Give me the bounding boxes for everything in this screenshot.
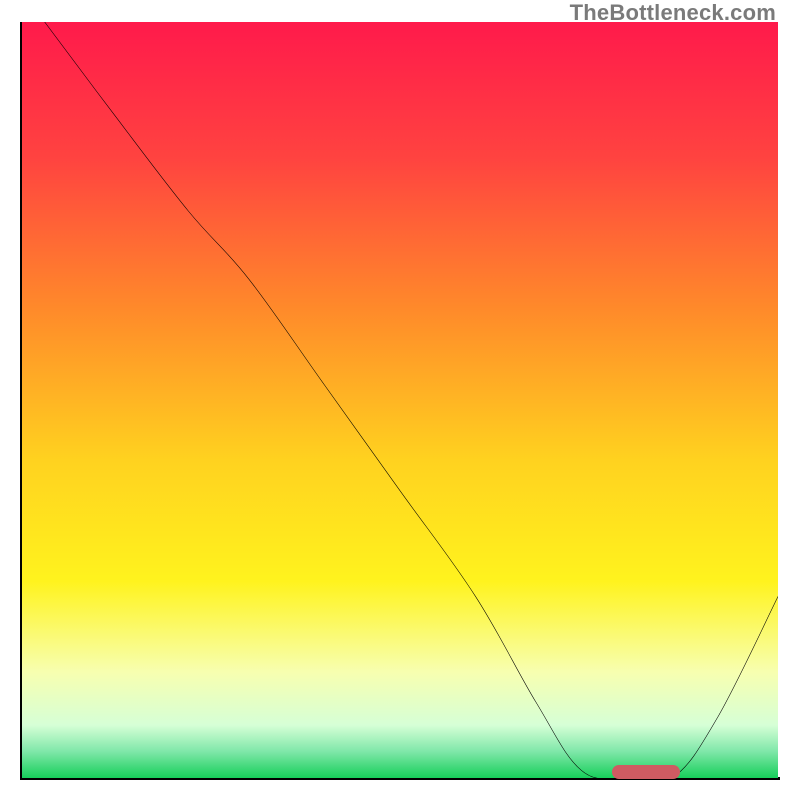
chart-container: TheBottleneck.com (0, 0, 800, 800)
optimal-marker (612, 765, 680, 779)
plot-area (22, 22, 778, 778)
watermark-text: TheBottleneck.com (570, 0, 776, 26)
bottleneck-curve (22, 22, 778, 778)
